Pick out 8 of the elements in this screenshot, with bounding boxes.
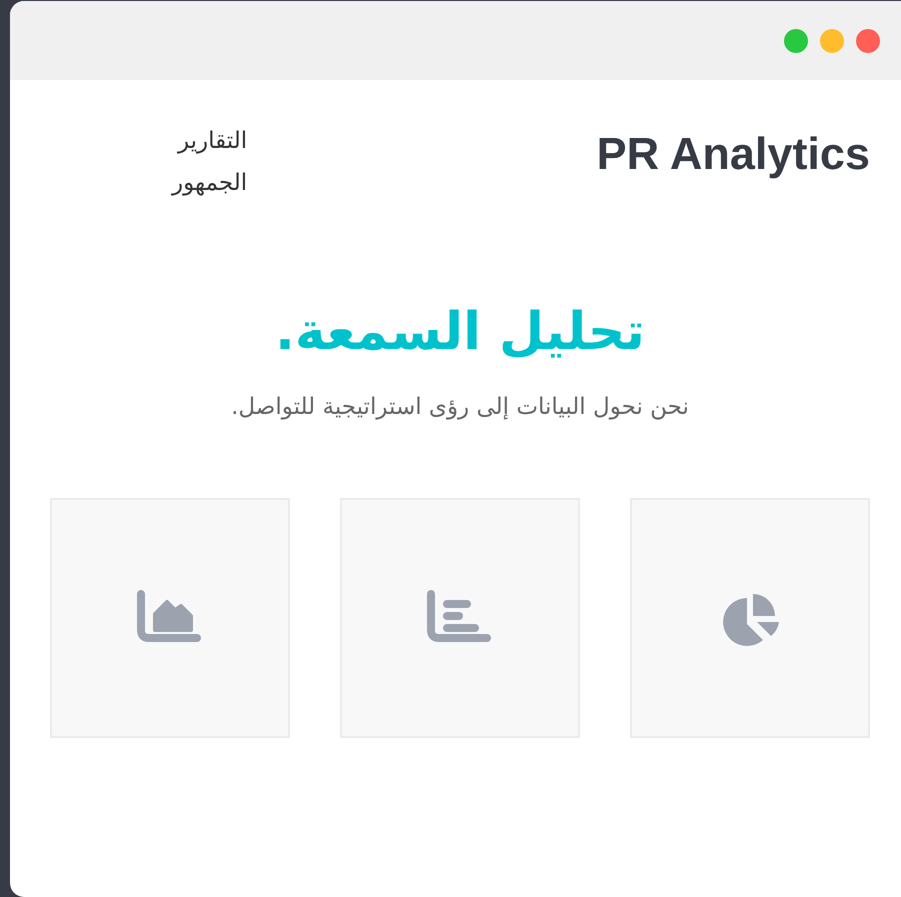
window-control-dot[interactable] xyxy=(820,28,844,52)
hero-subtitle: نحن نحول البيانات إلى رؤى استراتيجية للتواصل. xyxy=(230,394,690,420)
nav-link[interactable]: الجمهور xyxy=(172,162,248,204)
window-control-dot[interactable] xyxy=(856,28,880,52)
nav-link[interactable]: التقارير xyxy=(172,120,248,162)
window-control-dot[interactable] xyxy=(784,28,808,52)
logo-text: PR Analytics xyxy=(596,128,870,180)
hero-title: تحليل السمعة. xyxy=(274,301,646,364)
